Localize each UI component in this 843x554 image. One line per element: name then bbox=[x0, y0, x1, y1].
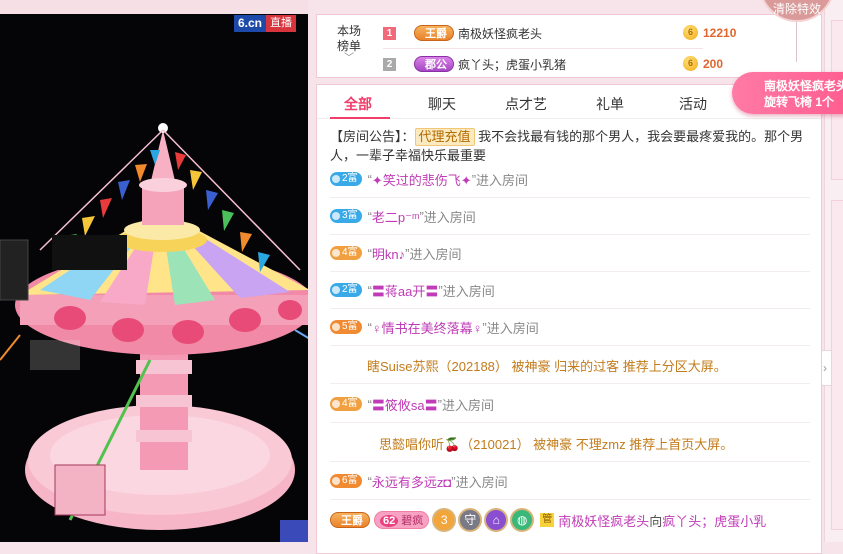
noble-badge-icon: 王爵 bbox=[414, 25, 454, 41]
gift-notice-gift: 旋转飞椅 1个 bbox=[764, 95, 835, 109]
message-divider bbox=[330, 461, 810, 462]
fans-badge-icon: 62 碧疯 bbox=[374, 511, 430, 529]
gift-notice-banner[interactable]: 南极妖怪疯老头 旋转飞椅 1个 bbox=[732, 72, 843, 114]
wealth-level-badge-icon: 3富 bbox=[330, 209, 362, 223]
gift-notice-sender: 南极妖怪疯老头 bbox=[764, 79, 843, 93]
ranking-row[interactable]: 1 王爵 南极妖怪疯老头 6 12210 bbox=[383, 22, 736, 44]
rank-number: 2 bbox=[383, 57, 396, 71]
clear-effects-string bbox=[796, 22, 797, 62]
guard-shield-icon: 守 bbox=[458, 508, 483, 532]
chat-message: 3富 “老二p⁻ᵐ” 进入房间 bbox=[330, 204, 810, 228]
message-divider bbox=[330, 499, 810, 500]
wealth-level-badge-icon: 4富 bbox=[330, 246, 362, 260]
fans-level: 62 bbox=[380, 515, 399, 527]
message-text: 进入房间 bbox=[409, 246, 462, 262]
announcement-prefix: 【房间公告】： bbox=[330, 129, 415, 144]
message-text: 进入房间 bbox=[486, 320, 539, 336]
globe-badge-icon: ◍ bbox=[510, 508, 535, 532]
message-divider bbox=[330, 234, 810, 235]
ranking-title-line2: 榜单 bbox=[336, 39, 361, 53]
coin-icon: 6 bbox=[683, 25, 698, 40]
session-ranking-panel: 本场 榜单 ﹀ 1 王爵 南极妖怪疯老头 6 12210 2 郡公 疯丫头；虎蛋… bbox=[316, 14, 822, 78]
live-label: 直播 bbox=[266, 15, 297, 32]
noble-badge-icon: 郡公 bbox=[414, 56, 454, 72]
noble-badge-icon: 王爵 bbox=[330, 512, 370, 528]
wealth-level-badge-icon: 4富 bbox=[330, 397, 362, 411]
rank-user-name[interactable]: 南极妖怪疯老头 bbox=[458, 25, 542, 42]
rank-number: 1 bbox=[383, 26, 396, 40]
system-message: 思懿唱你听🍒（210021） 被神豪 不理zmz 推荐上首页大屏。 bbox=[379, 431, 843, 455]
message-divider bbox=[330, 383, 810, 384]
chat-message: 4富 “明kn♪” 进入房间 bbox=[330, 241, 810, 265]
level-star-icon: 3 bbox=[432, 508, 457, 532]
message-text: 进入房间 bbox=[441, 397, 494, 413]
rank-score: 6 12210 bbox=[683, 25, 736, 40]
chat-message: 2富 “✦笑过的悲伤飞✦” 进入房间 bbox=[330, 167, 810, 191]
chat-message: 4富 “〓筱攸sa〓” 进入房间 bbox=[330, 392, 810, 416]
chat-message: 6富 “永远有多远z◘” 进入房间 bbox=[330, 469, 810, 493]
ranking-title-line1: 本场 bbox=[336, 24, 361, 38]
agent-recharge-link[interactable]: 代理充值 bbox=[414, 128, 475, 146]
user-nickname[interactable]: 〓蒋aa开〓 bbox=[372, 281, 438, 300]
gift-receiver-name[interactable]: 疯丫头；虎蛋小乳 bbox=[662, 511, 766, 530]
user-nickname[interactable]: ♀情书在美终落幕♀ bbox=[372, 318, 483, 337]
ranking-divider bbox=[383, 48, 703, 49]
wealth-level-badge-icon: 2富 bbox=[330, 172, 362, 186]
ranking-title[interactable]: 本场 榜单 ﹀ bbox=[329, 24, 369, 64]
temple-badge-icon: ⌂ bbox=[484, 508, 509, 532]
gift-to-word: 向 bbox=[649, 513, 663, 529]
gift-sender-name[interactable]: 南极妖怪疯老头 bbox=[558, 511, 649, 530]
user-nickname[interactable]: 明kn♪ bbox=[372, 244, 405, 263]
carousel-gift-animation bbox=[0, 123, 308, 542]
wealth-level-badge-icon: 6富 bbox=[330, 474, 362, 488]
user-nickname[interactable]: 〓筱攸sa〓 bbox=[372, 395, 438, 414]
chat-message: 5富 “♀情书在美终落幕♀” 进入房间 bbox=[330, 315, 810, 339]
system-message: 瞎Suise苏熙（202188） 被神豪 归来的过客 推荐上分区大屏。 bbox=[367, 353, 843, 377]
user-nickname[interactable]: 老二p⁻ᵐ bbox=[372, 207, 420, 226]
wealth-level-badge-icon: 2富 bbox=[330, 283, 362, 297]
fans-label: 碧疯 bbox=[401, 515, 424, 527]
message-divider bbox=[330, 308, 810, 309]
message-text: 进入房间 bbox=[442, 283, 495, 299]
ranking-row[interactable]: 2 郡公 疯丫头；虎蛋小乳猪 6 200 bbox=[383, 53, 723, 75]
recommend-notice-text: 瞎Suise苏熙（202188） 被神豪 归来的过客 推荐上分区大屏。 bbox=[367, 358, 727, 374]
user-nickname[interactable]: 永远有多远z◘ bbox=[372, 472, 451, 491]
message-divider bbox=[330, 271, 810, 272]
tab-talent-request[interactable]: 点才艺 bbox=[505, 94, 547, 114]
chevron-down-icon[interactable]: ﹀ bbox=[329, 54, 369, 64]
active-tab-indicator bbox=[330, 117, 390, 119]
rank-score-value: 12210 bbox=[703, 25, 737, 40]
message-divider bbox=[330, 197, 810, 198]
message-text: 进入房间 bbox=[476, 172, 529, 188]
chat-panel: 全部 聊天 点才艺 礼单 活动 【房间公告】： 代理充值 我不会找最有钱的那个男人… bbox=[316, 84, 822, 554]
tab-gift-list[interactable]: 礼单 bbox=[596, 94, 624, 114]
admin-badge-icon: 管 bbox=[540, 513, 555, 527]
recommend-notice-text: 思懿唱你听🍒（210021） 被神豪 不理zmz 推荐上首页大屏。 bbox=[379, 436, 734, 452]
chat-message: 2富 “〓蒋aa开〓” 进入房间 bbox=[330, 278, 810, 302]
user-nickname[interactable]: ✦笑过的悲伤飞✦ bbox=[372, 170, 472, 189]
message-divider bbox=[330, 422, 810, 423]
tab-activity[interactable]: 活动 bbox=[679, 94, 707, 114]
tab-chat[interactable]: 聊天 bbox=[428, 94, 456, 114]
gift-message: 王爵 62 碧疯 3 守 ⌂ ◍ 管 南极妖怪疯老头 向 疯丫头；虎蛋小乳 bbox=[330, 507, 820, 533]
rank-score: 6 200 bbox=[683, 56, 723, 71]
message-divider bbox=[330, 345, 810, 346]
coin-icon: 6 bbox=[683, 56, 698, 71]
rank-score-value: 200 bbox=[703, 56, 724, 71]
rank-user-name[interactable]: 疯丫头；虎蛋小乳猪 bbox=[458, 56, 566, 73]
message-text: 进入房间 bbox=[423, 209, 476, 225]
room-announcement: 【房间公告】： 代理充值 我不会找最有钱的那个男人，我会要最疼爱我的。那个男人，一… bbox=[330, 127, 808, 165]
video-player[interactable]: 6.cn 直播 bbox=[0, 0, 308, 542]
site-brand-badge: 6.cn 直播 bbox=[234, 15, 297, 32]
site-logo: 6.cn bbox=[234, 15, 267, 32]
wealth-level-badge-icon: 5富 bbox=[330, 320, 362, 334]
message-text: 进入房间 bbox=[455, 474, 508, 490]
tab-all[interactable]: 全部 bbox=[344, 94, 372, 114]
